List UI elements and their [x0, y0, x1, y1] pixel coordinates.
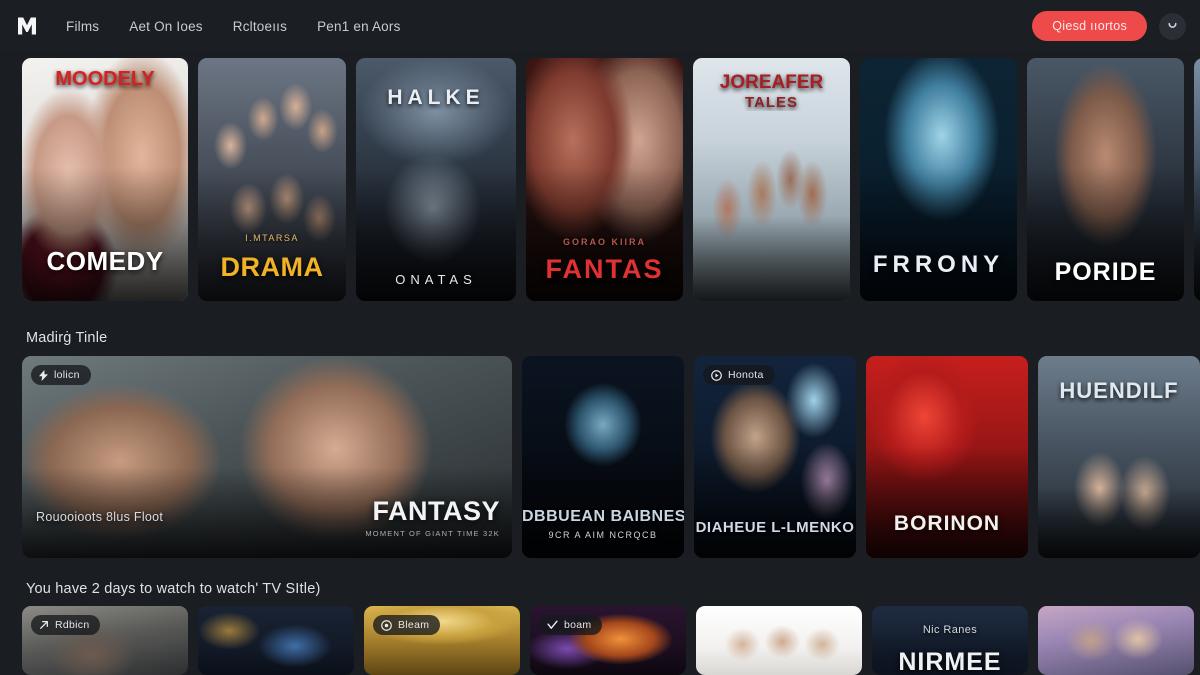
card-badge-label: boam: [564, 619, 592, 631]
m-monogram-logo-icon[interactable]: [14, 13, 40, 39]
poster-gradient-overlay: [860, 167, 1017, 301]
row-featured-posters: MOODELY COMEDY I.MTARSA DRAMA HALKE ONAT…: [0, 58, 1200, 301]
card-badge[interactable]: boam: [539, 615, 603, 635]
featured-genre-sub: MOMENT OF GIANT TIME 32K: [365, 529, 500, 538]
nav-item-3[interactable]: Pen1 en Aors: [317, 19, 400, 34]
card-artwork: [1038, 606, 1194, 675]
card-subtitle: 9CR A AIM NCRQCB: [548, 530, 658, 540]
section-title-continue: Madirġ Tinle: [26, 330, 108, 346]
featured-genre-block: FANTASY MOMENT OF GIANT TIME 32K: [365, 496, 500, 538]
primary-cta-button[interactable]: Qiesd ııortos: [1032, 11, 1147, 41]
media-card[interactable]: [696, 606, 862, 675]
poster-card[interactable]: JOREAFER TALES: [693, 58, 850, 301]
poster-card[interactable]: GORAO KIIRA FANTAS: [526, 58, 683, 301]
poster-title: PORIDE: [1054, 258, 1157, 286]
poster-top-title: MOODELY: [55, 68, 155, 90]
card-badge-label: Rdbicn: [55, 619, 90, 631]
card-title: NIRMEE: [898, 648, 1002, 675]
bolt-icon: [39, 369, 48, 381]
card-gradient-overlay: [1038, 487, 1200, 558]
media-card[interactable]: DBBUEAN BAIBNES 9CR A AIM NCRQCB: [522, 356, 684, 558]
media-card[interactable]: Rdbicn: [22, 606, 188, 675]
nav-links: Films Aet On Ioes Rcltoeııs Pen1 en Aors: [66, 19, 401, 34]
poster-card[interactable]: PORIDE: [1027, 58, 1184, 301]
card-title: HUENDILF: [1059, 378, 1179, 403]
poster-card[interactable]: FRRONY: [860, 58, 1017, 301]
top-navigation-bar: Films Aet On Ioes Rcltoeııs Pen1 en Aors…: [0, 0, 1200, 52]
card-title: DIAHEUE L-LMENKO: [695, 519, 855, 536]
card-badge[interactable]: Bleam: [373, 615, 441, 635]
nav-item-0[interactable]: Films: [66, 19, 99, 34]
media-card[interactable]: Bleam: [364, 606, 520, 675]
poster-title: DRAMA: [220, 252, 324, 282]
featured-genre-label: FANTASY: [372, 496, 500, 526]
media-card[interactable]: BORINON: [866, 356, 1028, 558]
card-artwork: [696, 606, 862, 675]
poster-subtitle: TALES: [744, 94, 799, 111]
media-card[interactable]: HUENDILF: [1038, 356, 1200, 558]
featured-caption: Rouooioots 8lus Floot: [36, 510, 164, 524]
featured-wide-card[interactable]: lolicn Rouooioots 8lus Floot FANTASY MOM…: [22, 356, 512, 558]
arrow-icon: [39, 620, 49, 630]
play-circle-icon: [711, 369, 722, 381]
card-badge[interactable]: Honota: [703, 365, 775, 385]
card-gradient-overlay: [866, 446, 1028, 558]
nav-item-2[interactable]: Rcltoeııs: [233, 19, 287, 34]
poster-card-partial[interactable]: [1194, 58, 1200, 301]
media-card[interactable]: [198, 606, 354, 675]
poster-gradient-overlay: [1194, 167, 1200, 301]
poster-top-title: JOREAFER: [719, 72, 824, 93]
poster-top-title: HALKE: [387, 86, 485, 109]
card-gradient-overlay: [694, 446, 856, 558]
card-gradient-overlay: [522, 446, 684, 558]
media-card[interactable]: Nic Ranes NIRMEE: [872, 606, 1028, 675]
row-expiring-soon: Rdbicn Bleam boam Nic Ranes NIRMEE: [0, 606, 1200, 675]
poster-title: COMEDY: [46, 246, 164, 276]
poster-gradient-overlay: [693, 215, 850, 301]
streaming-app-page: Films Aet On Ioes Rcltoeııs Pen1 en Aors…: [0, 0, 1200, 675]
nav-item-1[interactable]: Aet On Ioes: [129, 19, 203, 34]
card-title: BORINON: [893, 512, 1001, 535]
card-artwork: [198, 606, 354, 675]
section-title-expiring: You have 2 days to watch to watchʹ TV SI…: [26, 581, 321, 597]
poster-gradient-overlay: [22, 167, 188, 301]
poster-title: ONATAS: [395, 272, 477, 287]
featured-badge[interactable]: lolicn: [31, 365, 91, 385]
card-kicker: Nic Ranes: [922, 624, 978, 636]
card-badge-label: Honota: [728, 369, 764, 381]
card-title: DBBUEAN BAIBNES: [522, 508, 684, 525]
check-icon: [547, 620, 558, 630]
poster-subtitle: I.MTARSA: [245, 233, 299, 243]
user-avatar-icon[interactable]: [1159, 12, 1186, 40]
media-card[interactable]: Honota DIAHEUE L-LMENKO: [694, 356, 856, 558]
featured-badge-label: lolicn: [54, 369, 80, 381]
poster-title: FANTAS: [545, 254, 664, 284]
poster-title: FRRONY: [872, 251, 1005, 278]
card-badge-label: Bleam: [398, 619, 430, 631]
row-continue-watching: lolicn Rouooioots 8lus Floot FANTASY MOM…: [0, 356, 1200, 558]
poster-card[interactable]: MOODELY COMEDY: [22, 58, 188, 301]
poster-card[interactable]: HALKE ONATAS: [356, 58, 516, 301]
card-badge[interactable]: Rdbicn: [31, 615, 101, 635]
poster-subtitle: GORAO KIIRA: [562, 237, 646, 247]
circle-icon: [381, 619, 392, 631]
media-card[interactable]: boam: [530, 606, 686, 675]
media-card[interactable]: [1038, 606, 1194, 675]
poster-card[interactable]: I.MTARSA DRAMA: [198, 58, 346, 301]
